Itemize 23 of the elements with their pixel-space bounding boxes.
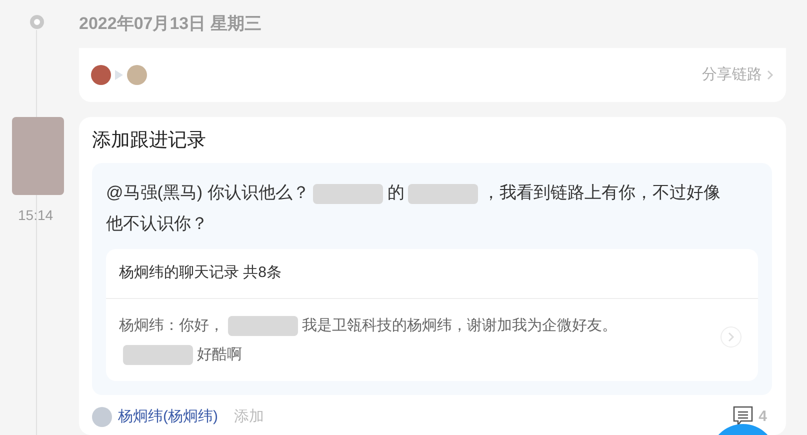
message-text: 他不认识你？	[106, 214, 208, 233]
message-text: 的	[387, 183, 404, 202]
message-text: @马强(黑马) 你认识他么？	[106, 183, 310, 202]
chevron-right-icon	[766, 69, 774, 81]
comment-count: 4	[758, 406, 767, 427]
record-time: 15:14	[18, 206, 54, 225]
redacted-block	[123, 345, 193, 366]
message-text: ，我看到链路上有你，不过好像	[482, 183, 720, 202]
redacted-block	[408, 184, 478, 204]
redacted-block	[228, 316, 298, 336]
play-arrow-icon	[115, 70, 123, 80]
date-header: 2022年07月13日 星期三	[79, 13, 262, 36]
avatar-placeholder	[91, 65, 111, 85]
message-text: 杨炯纬：你好，	[119, 317, 224, 334]
chat-record-title: 杨炯纬的聊天记录 共8条	[106, 249, 758, 299]
record-title: 添加跟进记录	[92, 129, 207, 153]
avatar-placeholder	[92, 407, 112, 427]
message-text: 我是卫瓴科技的杨炯纬，谢谢加我为企微好友。	[302, 317, 617, 334]
avatar-placeholder	[127, 65, 147, 85]
redacted-block	[313, 184, 384, 204]
action-label: 添加	[234, 406, 264, 427]
message-text: 好酷啊	[197, 346, 242, 363]
author-name[interactable]: 杨炯纬(杨炯纬)	[118, 406, 218, 428]
